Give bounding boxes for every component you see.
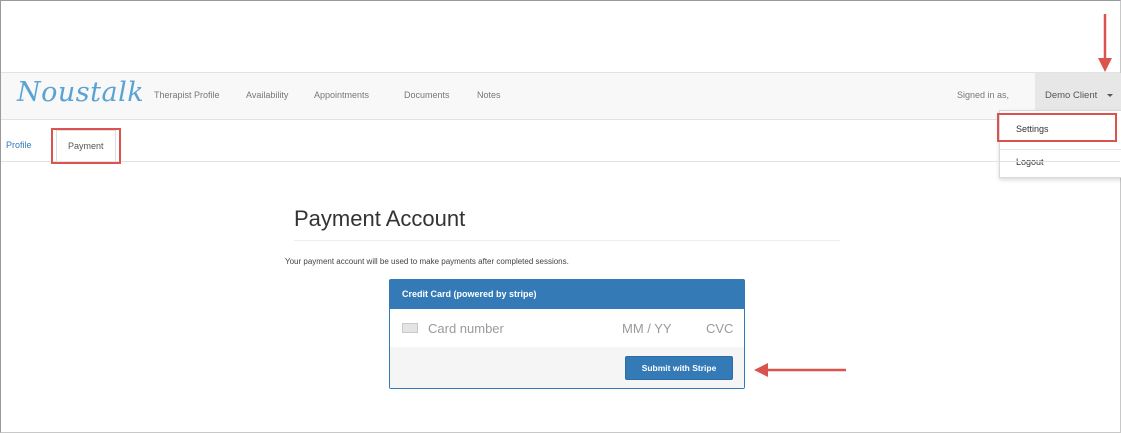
brand-logo[interactable]: Noustalk — [17, 77, 144, 108]
page-title: Payment Account — [294, 206, 466, 231]
payment-description: Your payment account will be used to mak… — [285, 257, 569, 266]
payment-tab-highlight-box — [51, 128, 121, 164]
credit-card-panel: Credit Card (powered by stripe) Card num… — [389, 279, 745, 389]
tab-profile[interactable]: Profile — [6, 140, 32, 150]
card-input[interactable]: Card number MM / YY CVC — [390, 309, 744, 348]
card-panel-footer: Submit with Stripe — [390, 347, 744, 388]
nav-availability[interactable]: Availability — [246, 90, 288, 100]
title-divider — [294, 240, 840, 241]
user-name: Demo Client — [1045, 90, 1098, 101]
card-panel-title: Credit Card (powered by stripe) — [402, 289, 537, 299]
nav-therapist-profile[interactable]: Therapist Profile — [154, 90, 220, 100]
top-navbar: Noustalk Therapist Profile Availability … — [1, 72, 1121, 120]
credit-card-icon — [402, 323, 418, 333]
expiry-field[interactable]: MM / YY — [622, 321, 672, 336]
annotation-arrow-left — [754, 363, 846, 377]
signed-in-label: Signed in as, — [957, 90, 1010, 100]
caret-down-icon — [1107, 94, 1113, 97]
menu-item-logout[interactable]: Logout — [1016, 157, 1044, 167]
annotation-arrow-down — [1098, 14, 1112, 72]
cvc-field[interactable]: CVC — [706, 321, 733, 336]
nav-notes[interactable]: Notes — [477, 90, 501, 100]
nav-appointments[interactable]: Appointments — [314, 90, 369, 100]
card-number-field[interactable]: Card number — [428, 321, 504, 336]
settings-highlight-box — [997, 113, 1117, 142]
submit-with-stripe-button[interactable]: Submit with Stripe — [625, 356, 733, 380]
card-panel-heading: Credit Card (powered by stripe) — [390, 280, 744, 309]
nav-documents[interactable]: Documents — [404, 90, 450, 100]
tabs-divider — [1, 161, 1120, 162]
menu-divider — [1000, 149, 1121, 150]
